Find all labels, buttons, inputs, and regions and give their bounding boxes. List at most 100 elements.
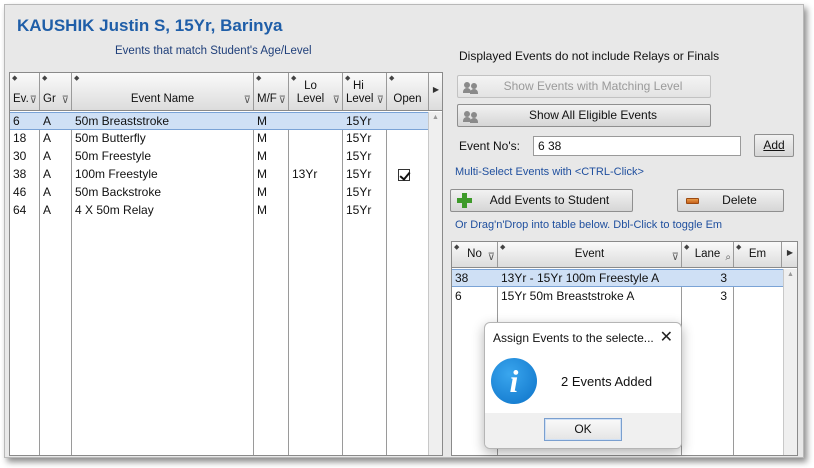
table-body: 6 A 50m Breaststroke M 15Yr 18 A 50m Butterfly M… xyxy=(10,112,428,455)
open-checkbox[interactable] xyxy=(398,169,410,181)
cell-hi-level: 15Yr xyxy=(346,167,372,181)
column-header-lo-level[interactable]: ◆ Lo Level ⊽ xyxy=(289,73,343,110)
match-caption: Events that match Student's Age/Level xyxy=(115,45,312,57)
cell-no: 6 xyxy=(455,289,462,303)
scroll-up-icon[interactable]: ▲ xyxy=(784,271,797,278)
column-header-no[interactable]: ◆ No ⊽ xyxy=(452,242,498,267)
cell-mf: M xyxy=(257,149,267,163)
dialog-message: 2 Events Added xyxy=(561,374,653,389)
cell-no: 38 xyxy=(455,271,469,285)
plus-icon xyxy=(457,193,472,208)
close-icon[interactable]: ✕ xyxy=(660,327,673,347)
filter-icon[interactable]: ⊽ xyxy=(244,95,251,106)
cell-event-name: 100m Freestyle xyxy=(75,167,158,181)
vertical-scrollbar[interactable]: ▲ xyxy=(783,269,797,455)
column-chooser-button[interactable]: ▶ xyxy=(429,73,443,110)
cell-em xyxy=(734,288,782,306)
column-header-event[interactable]: ◆ Event ⊽ xyxy=(498,242,682,267)
cell-event-name: 4 X 50m Relay xyxy=(75,203,154,217)
column-header-hi-level[interactable]: ◆ Hi Level ⊽ xyxy=(343,73,387,110)
dialog-footer: OK xyxy=(485,413,681,448)
cell-lane: 3 xyxy=(720,271,727,285)
cell-open xyxy=(387,130,429,148)
multi-select-hint: Multi-Select Events with <CTRL-Click> xyxy=(455,166,644,178)
filter-icon[interactable]: ⊽ xyxy=(488,252,495,263)
cell-gr: A xyxy=(43,167,52,181)
cell-open xyxy=(387,202,429,220)
column-chooser-button[interactable]: ▶ xyxy=(782,242,798,267)
relays-finals-note: Displayed Events do not include Relays o… xyxy=(459,49,720,63)
cell-gr: A xyxy=(43,149,52,163)
cell-lo-level xyxy=(289,113,342,131)
cell-ev: 6 xyxy=(13,114,20,128)
sort-icon: ◆ xyxy=(12,75,18,82)
info-icon: i xyxy=(491,358,537,404)
cell-mf: M xyxy=(257,185,267,199)
column-header-event-name[interactable]: ◆ Event Name ⊽ xyxy=(72,73,254,110)
cell-lane: 3 xyxy=(720,289,727,303)
add-button[interactable]: Add xyxy=(754,134,794,157)
column-header-open[interactable]: ◆ Open xyxy=(387,73,429,110)
cell-ev: 30 xyxy=(13,149,27,163)
filter-icon[interactable]: ⊽ xyxy=(333,95,340,106)
sort-icon: ◆ xyxy=(42,75,48,82)
cell-hi-level: 15Yr xyxy=(346,131,372,145)
table-row[interactable]: 46 A 50m Backstroke M 15Yr xyxy=(10,184,428,202)
ok-button[interactable]: OK xyxy=(544,418,622,441)
event-nos-input[interactable] xyxy=(533,136,741,156)
student-title: KAUSHIK Justin S, 15Yr, Barinya xyxy=(17,16,283,35)
minus-icon xyxy=(686,198,699,204)
cell-event-name: 50m Backstroke xyxy=(75,185,162,199)
cell-open xyxy=(387,148,429,166)
cell-lo-level xyxy=(289,202,342,220)
table-row[interactable]: 38 13Yr - 15Yr 100m Freestyle A 3 xyxy=(452,269,783,287)
cell-mf: M xyxy=(257,131,267,145)
cell-event-name: 50m Butterfly xyxy=(75,131,146,145)
table-row[interactable]: 6 15Yr 50m Breaststroke A 3 xyxy=(452,288,783,306)
sort-icon: ◆ xyxy=(256,75,262,82)
table-row[interactable]: 6 A 50m Breaststroke M 15Yr xyxy=(10,112,428,130)
column-header-em[interactable]: ◆ Em xyxy=(734,242,782,267)
show-matching-level-button[interactable]: Show Events with Matching Level xyxy=(457,75,711,98)
filter-icon[interactable]: ⊽ xyxy=(672,252,679,263)
eligible-events-table[interactable]: ◆ Ev. ⊽ ◆ Gr ⊽ ◆ Event Name ⊽ ◆ M/F ⊽ ◆ xyxy=(9,72,443,456)
column-header-mf[interactable]: ◆ M/F ⊽ xyxy=(254,73,289,110)
people-icon xyxy=(463,109,479,130)
vertical-scrollbar[interactable]: ▲ xyxy=(428,112,442,455)
cell-open xyxy=(387,113,429,131)
cell-lo-level xyxy=(289,184,342,202)
cell-open xyxy=(387,166,429,184)
cell-hi-level: 15Yr xyxy=(346,203,372,217)
cell-mf: M xyxy=(257,114,267,128)
cell-lo-level: 13Yr xyxy=(292,167,318,181)
cell-ev: 18 xyxy=(13,131,27,145)
cell-gr: A xyxy=(43,203,52,217)
filter-icon[interactable]: ⊽ xyxy=(279,95,286,106)
events-added-dialog: Assign Events to the selecte... ✕ i 2 Ev… xyxy=(484,322,682,449)
cell-mf: M xyxy=(257,203,267,217)
table-header: ◆ Ev. ⊽ ◆ Gr ⊽ ◆ Event Name ⊽ ◆ M/F ⊽ ◆ xyxy=(10,73,442,111)
filter-icon[interactable]: ⊽ xyxy=(377,95,384,106)
scroll-up-icon[interactable]: ▲ xyxy=(429,114,442,121)
event-nos-label: Event No's: xyxy=(459,139,520,153)
show-all-eligible-button[interactable]: Show All Eligible Events xyxy=(457,104,711,127)
cell-lo-level xyxy=(289,130,342,148)
table-row[interactable]: 18 A 50m Butterfly M 15Yr xyxy=(10,130,428,148)
cell-lo-level xyxy=(289,148,342,166)
table-row[interactable]: 64 A 4 X 50m Relay M 15Yr xyxy=(10,202,428,220)
cell-open xyxy=(387,184,429,202)
sort-icon: ◆ xyxy=(74,75,80,82)
delete-button[interactable]: Delete xyxy=(677,189,784,212)
add-events-to-student-button[interactable]: Add Events to Student xyxy=(450,189,633,212)
cell-event-name: 50m Breaststroke xyxy=(75,114,170,128)
search-icon[interactable]: ⌕ xyxy=(725,252,731,263)
column-header-ev[interactable]: ◆ Ev. ⊽ xyxy=(10,73,40,110)
table-row[interactable]: 30 A 50m Freestyle M 15Yr xyxy=(10,148,428,166)
filter-icon[interactable]: ⊽ xyxy=(30,95,37,106)
column-header-gr[interactable]: ◆ Gr ⊽ xyxy=(40,73,72,110)
table-row[interactable]: 38 A 100m Freestyle M 13Yr 15Yr xyxy=(10,166,428,184)
student-events-window: KAUSHIK Justin S, 15Yr, Barinya Events t… xyxy=(4,4,804,458)
filter-icon[interactable]: ⊽ xyxy=(62,95,69,106)
table-header: ◆ No ⊽ ◆ Event ⊽ ◆ Lane ⌕ ◆ Em ▶ xyxy=(452,242,797,268)
column-header-lane[interactable]: ◆ Lane ⌕ xyxy=(682,242,734,267)
